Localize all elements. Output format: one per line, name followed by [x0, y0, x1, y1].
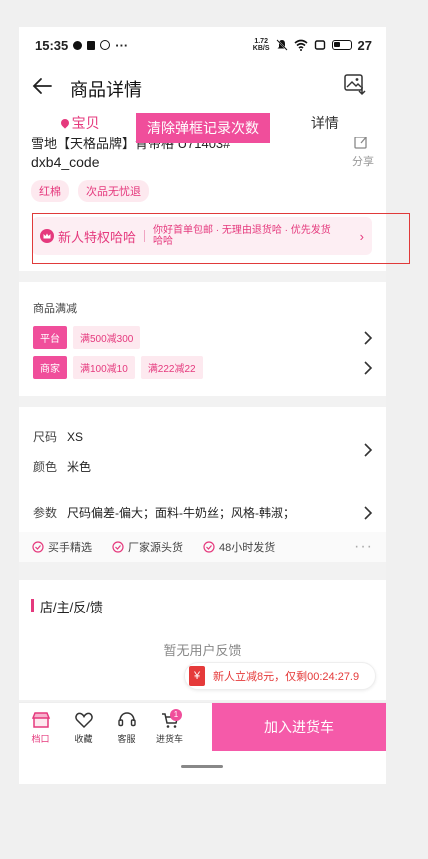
size-value: XS: [67, 429, 84, 444]
bottom-action-bar: 档口 收藏 客服 进货车 1 加入进货车: [19, 702, 386, 752]
cart-count-badge: 1: [170, 709, 182, 721]
battery-icon: [331, 40, 352, 50]
phone-screen: 15:35 ··· 1.72 KB/S 27 商品详情 清除弹框记录次数 宝贝 …: [19, 27, 386, 784]
tab-details[interactable]: 详情: [264, 113, 386, 137]
record-dot-icon: [73, 40, 83, 50]
color-value: 米色: [67, 460, 92, 474]
status-time: 15:35: [35, 37, 69, 53]
coupon-countdown: 新人立减8元，仅剩00:24:27.9: [213, 671, 360, 683]
check-circle-icon: [100, 40, 111, 50]
tab-product[interactable]: 宝贝: [19, 113, 141, 137]
discount-badge: 商家: [33, 356, 67, 379]
color-row[interactable]: 颜色 米色: [33, 458, 373, 475]
share-label[interactable]: 分享: [352, 153, 374, 169]
feedback-title: 店/主/反/馈: [40, 600, 103, 615]
status-bar: 15:35 ··· 1.72 KB/S 27: [19, 27, 386, 63]
home-indicator[interactable]: [181, 765, 223, 768]
home-bar: [19, 751, 386, 784]
check-circle-icon: [112, 541, 124, 553]
share-icon[interactable]: [352, 137, 370, 151]
headset-icon: [117, 711, 136, 726]
chevron-right-icon: [364, 360, 373, 375]
screen-icon: [314, 40, 325, 50]
feedback-empty: 暂无用户反馈: [163, 643, 242, 658]
bottom-item-cart[interactable]: 进货车 1: [148, 703, 191, 751]
check-circle-icon: [32, 541, 44, 553]
location-pin-icon: [58, 117, 71, 129]
size-row[interactable]: 尺码 XS: [33, 428, 373, 445]
page-title: 商品详情: [70, 80, 142, 100]
params-label: 参数: [33, 506, 58, 520]
discount-chip: 满500减300: [73, 326, 141, 349]
spec-card: 尺码 XS 颜色 米色 参数 尺码偏差-偏大；面料-牛奶丝；风格-韩淑； 买手精…: [19, 407, 386, 562]
merchant-discount-row[interactable]: 商家 满100减10 满222减22: [33, 356, 373, 379]
section-accent-bar: [31, 599, 34, 612]
params-row[interactable]: 参数 尺码偏差-偏大；面料-牛奶丝；风格-韩淑；: [33, 504, 373, 521]
platform-discount-row[interactable]: 平台 满500减300: [33, 326, 373, 349]
discount-chip: 满100减10: [73, 356, 135, 379]
discount-title: 商品满减: [33, 303, 77, 315]
product-tags: 红棉 次品无忧退: [31, 180, 149, 202]
nav-bar: 商品详情 清除弹框记录次数: [19, 63, 386, 143]
back-arrow-icon[interactable]: [29, 71, 59, 101]
discount-chip: 满222减22: [140, 356, 203, 379]
bottom-item-favorite[interactable]: 收藏: [62, 703, 105, 751]
battery-level: 27: [357, 37, 372, 53]
image-save-icon[interactable]: [342, 71, 368, 97]
mute-icon: [275, 39, 288, 51]
service-guarantees[interactable]: 买手精选 厂家源头货 48小时发货 ···: [19, 532, 386, 562]
bottom-item-service[interactable]: 客服: [105, 703, 148, 751]
network-speed: 1.72 KB/S: [252, 38, 270, 52]
feedback-card: 店/主/反/馈 暂无用户反馈 ¥ 新人立减8元，仅剩00:24:27.9: [19, 580, 386, 700]
newcomer-coupon-pill[interactable]: ¥ 新人立减8元，仅剩00:24:27.9: [184, 662, 376, 690]
heart-icon: [74, 712, 93, 728]
params-value: 尺码偏差-偏大；面料-牛奶丝；风格-韩淑；: [67, 506, 296, 520]
sim-icon: [87, 40, 96, 50]
service-item: 厂家源头货: [112, 539, 183, 555]
highlight-box: [32, 213, 410, 264]
bottom-item-store[interactable]: 档口: [19, 703, 62, 751]
check-circle-icon: [203, 541, 215, 553]
discount-badge: 平台: [33, 326, 67, 349]
service-item: 买手精选: [32, 539, 92, 555]
more-dots-icon: ···: [115, 37, 129, 53]
color-label: 颜色: [33, 460, 58, 474]
size-label: 尺码: [33, 430, 58, 444]
more-dots-icon[interactable]: ···: [354, 538, 373, 556]
product-tag: 次品无忧退: [78, 180, 149, 202]
red-envelope-icon: ¥: [189, 666, 205, 686]
wifi-icon: [294, 39, 308, 51]
product-code: dxb4_code: [31, 154, 100, 170]
service-item: 48小时发货: [203, 539, 275, 555]
store-icon: [31, 711, 50, 728]
debug-toast-button[interactable]: 清除弹框记录次数: [136, 113, 270, 143]
chevron-right-icon: [364, 505, 373, 520]
chevron-right-icon[interactable]: [363, 443, 373, 457]
product-tag: 红棉: [31, 180, 69, 202]
add-to-cart-button[interactable]: 加入进货车: [212, 703, 386, 752]
discount-card: 商品满减 平台 满500减300 商家 满100减10 满222减22: [19, 282, 386, 396]
chevron-right-icon: [364, 330, 373, 345]
